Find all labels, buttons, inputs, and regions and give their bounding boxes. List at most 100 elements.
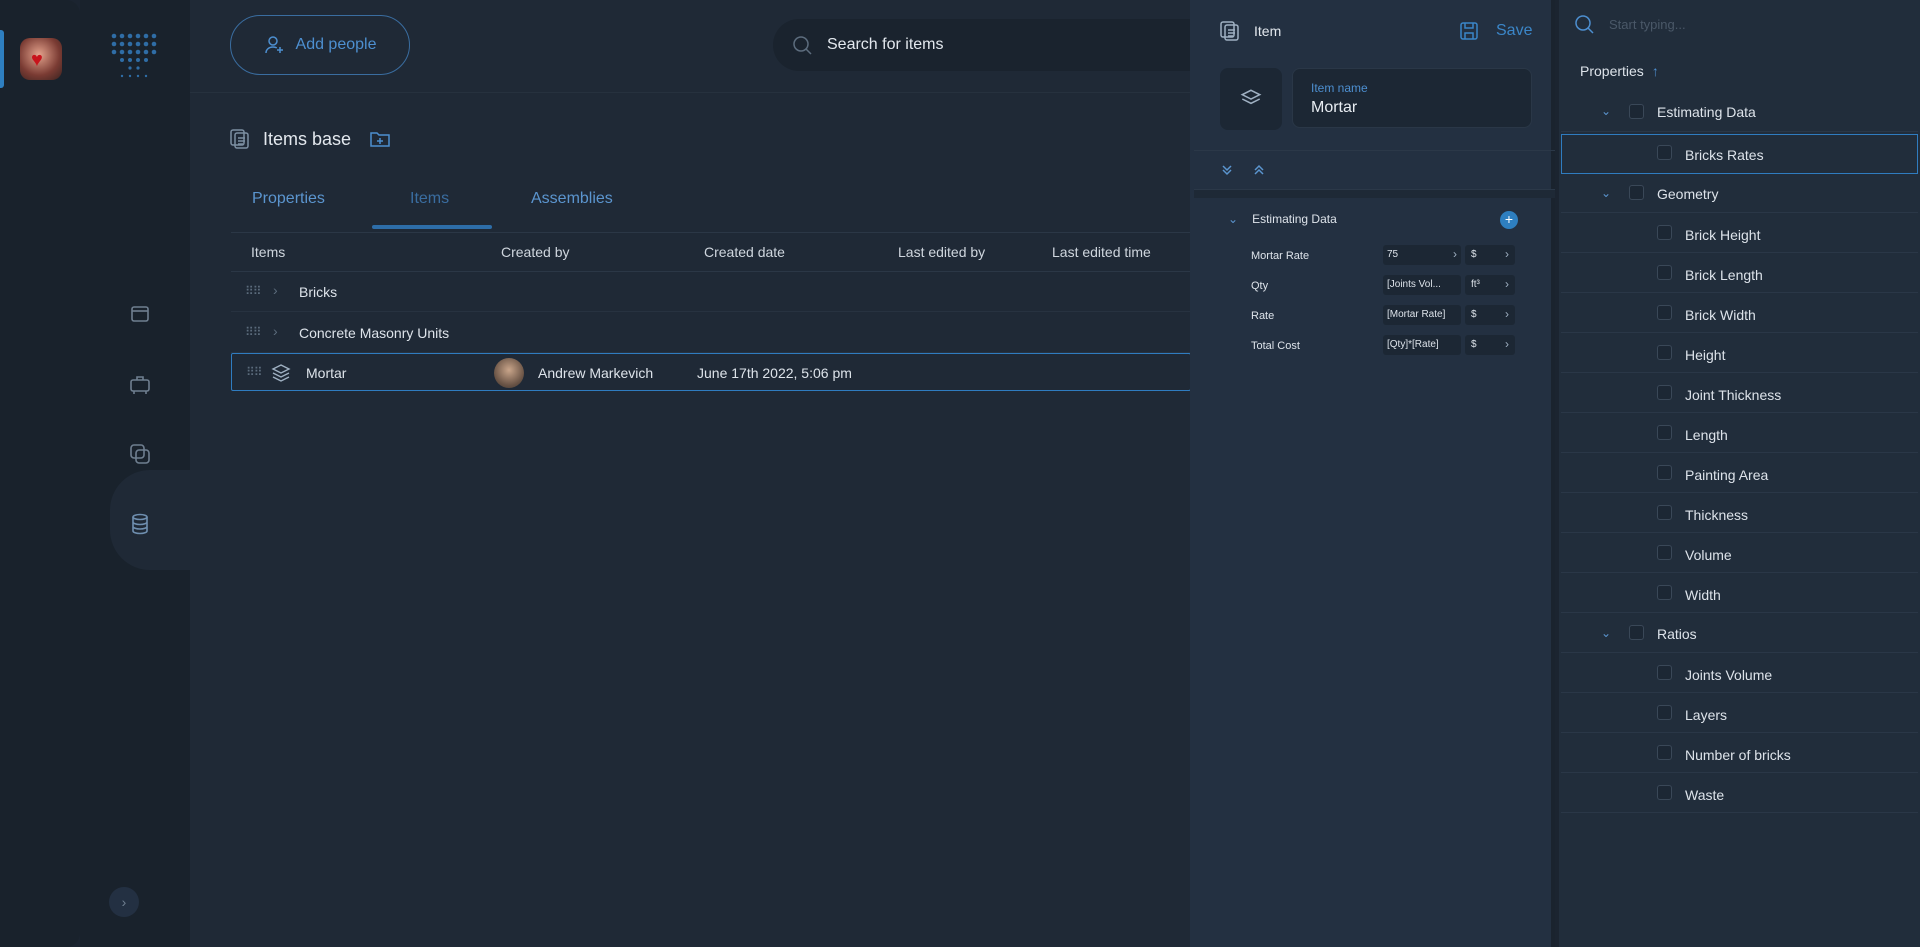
table-row[interactable]: ⠿⠿ › Concrete Masonry Units xyxy=(231,313,1191,353)
checkbox[interactable] xyxy=(1629,185,1644,200)
table-row-selected[interactable]: ⠿⠿ Mortar Andrew Markevich June 17th 202… xyxy=(231,353,1191,391)
tree-title-text: Properties xyxy=(1580,63,1644,79)
chevron-right-icon[interactable]: › xyxy=(273,323,278,339)
chevron-right-icon[interactable]: › xyxy=(1453,247,1457,261)
add-user-icon xyxy=(264,34,286,56)
property-value-field[interactable]: [Mortar Rate] xyxy=(1383,305,1461,325)
chevron-down-icon[interactable]: ⌄ xyxy=(1601,626,1611,640)
item-type-icon-box[interactable] xyxy=(1220,68,1282,130)
chevron-right-icon[interactable]: › xyxy=(1505,277,1509,291)
stack-copy-icon[interactable] xyxy=(127,441,153,467)
tree-item-row[interactable] xyxy=(1561,533,1918,573)
tree-item-label: Volume xyxy=(1685,547,1732,563)
expand-all-icon[interactable] xyxy=(1220,163,1234,177)
drag-handle-icon[interactable]: ⠿⠿ xyxy=(245,284,262,298)
checkbox[interactable] xyxy=(1657,385,1672,400)
tree-item-row[interactable] xyxy=(1561,693,1918,733)
item-name-label: Item name xyxy=(1311,81,1368,95)
workspace-avatar[interactable]: ♥ xyxy=(20,38,62,80)
add-property-button[interactable]: + xyxy=(1500,211,1518,229)
checkbox[interactable] xyxy=(1657,265,1672,280)
checkbox[interactable] xyxy=(1629,104,1644,119)
tree-group-row[interactable] xyxy=(1561,613,1918,653)
tree-item-label: Painting Area xyxy=(1685,467,1769,483)
tab-properties[interactable]: Properties xyxy=(252,190,325,208)
checkbox[interactable] xyxy=(1657,465,1672,480)
tree-item-label: Waste xyxy=(1685,787,1725,803)
checkbox[interactable] xyxy=(1657,305,1672,320)
property-unit-field[interactable]: $ › xyxy=(1465,245,1515,265)
checkbox[interactable] xyxy=(1657,745,1672,760)
tree-item-row[interactable] xyxy=(1561,413,1918,453)
chevron-down-icon[interactable]: ⌄ xyxy=(1601,186,1611,200)
property-value-field[interactable]: 75 › xyxy=(1383,245,1461,265)
tree-group-label: Estimating Data xyxy=(1657,104,1756,120)
property-label: Total Cost xyxy=(1251,340,1300,352)
chevron-right-icon[interactable]: › xyxy=(1505,337,1509,351)
property-group-header[interactable]: ⌄ Estimating Data xyxy=(1228,212,1337,226)
checkbox[interactable] xyxy=(1657,225,1672,240)
property-value-field[interactable]: [Joints Vol... xyxy=(1383,275,1461,295)
chevron-right-icon[interactable]: › xyxy=(1505,307,1509,321)
plus-icon: + xyxy=(1504,211,1514,227)
chevron-right-icon[interactable]: › xyxy=(1505,247,1509,261)
tree-item-label: Brick Length xyxy=(1685,267,1763,283)
chevron-down-icon[interactable]: ⌄ xyxy=(1601,104,1611,118)
checkbox[interactable] xyxy=(1657,145,1672,160)
property-unit: $ xyxy=(1471,309,1477,320)
checkbox[interactable] xyxy=(1657,505,1672,520)
column-header-created-by[interactable]: Created by xyxy=(501,244,569,260)
tree-item-row[interactable] xyxy=(1561,573,1918,613)
tree-item-row[interactable] xyxy=(1561,773,1918,813)
tab-items[interactable]: Items xyxy=(410,190,449,208)
item-name-value: Mortar xyxy=(1311,99,1358,116)
chevron-right-icon[interactable]: › xyxy=(273,282,278,298)
page-title: Items base xyxy=(229,128,391,150)
save-label: Save xyxy=(1496,22,1533,39)
column-header-created-date[interactable]: Created date xyxy=(704,244,785,260)
new-folder-icon[interactable] xyxy=(369,128,391,150)
briefcase-icon[interactable] xyxy=(127,372,153,398)
chevron-right-icon: › xyxy=(121,894,127,910)
chevron-down-icon[interactable]: ⌄ xyxy=(1228,212,1238,226)
tree-search-input[interactable]: Start typing... xyxy=(1573,13,1686,35)
search-icon xyxy=(1573,13,1595,35)
column-header-last-edited-by[interactable]: Last edited by xyxy=(898,244,985,260)
database-icon[interactable] xyxy=(127,511,153,537)
tree-group-row[interactable] xyxy=(1561,173,1918,213)
collapse-all-icon[interactable] xyxy=(1252,163,1266,177)
property-unit-field[interactable]: ft³ › xyxy=(1465,275,1515,295)
property-unit-field[interactable]: $ › xyxy=(1465,305,1515,325)
table-row[interactable]: ⠿⠿ › Bricks xyxy=(231,272,1191,312)
tab-assemblies[interactable]: Assemblies xyxy=(531,190,613,208)
search-input[interactable]: Search for items xyxy=(773,19,1193,71)
checkbox[interactable] xyxy=(1657,345,1672,360)
expand-sidebar-button[interactable]: › xyxy=(109,887,139,917)
collapse-toolbar xyxy=(1194,150,1555,190)
item-name-field[interactable]: Item name Mortar xyxy=(1292,68,1532,128)
checkbox[interactable] xyxy=(1657,705,1672,720)
checkbox[interactable] xyxy=(1657,545,1672,560)
sort-arrow-icon[interactable]: ↑ xyxy=(1652,63,1659,79)
add-people-button[interactable]: Add people xyxy=(230,15,410,75)
checkbox[interactable] xyxy=(1657,585,1672,600)
checkbox[interactable] xyxy=(1629,625,1644,640)
tree-title[interactable]: Properties ↑ xyxy=(1580,63,1659,79)
app-logo-icon[interactable] xyxy=(110,32,160,80)
property-unit-field[interactable]: $ › xyxy=(1465,335,1515,355)
drag-handle-icon[interactable]: ⠿⠿ xyxy=(246,365,263,379)
layers-icon xyxy=(270,362,292,384)
column-header-items[interactable]: Items xyxy=(251,244,285,260)
checkbox[interactable] xyxy=(1657,425,1672,440)
folder-icon[interactable] xyxy=(127,301,153,327)
save-button[interactable]: Save xyxy=(1458,20,1532,42)
tree-item-row[interactable] xyxy=(1561,333,1918,373)
tree-item-label: Number of bricks xyxy=(1685,747,1791,763)
column-header-last-edited-time[interactable]: Last edited time xyxy=(1052,244,1151,260)
active-indicator xyxy=(0,30,4,88)
checkbox[interactable] xyxy=(1657,665,1672,680)
drag-handle-icon[interactable]: ⠿⠿ xyxy=(245,325,262,339)
checkbox[interactable] xyxy=(1657,785,1672,800)
property-value-field[interactable]: [Qty]*[Rate] xyxy=(1383,335,1461,355)
search-icon xyxy=(791,34,813,56)
